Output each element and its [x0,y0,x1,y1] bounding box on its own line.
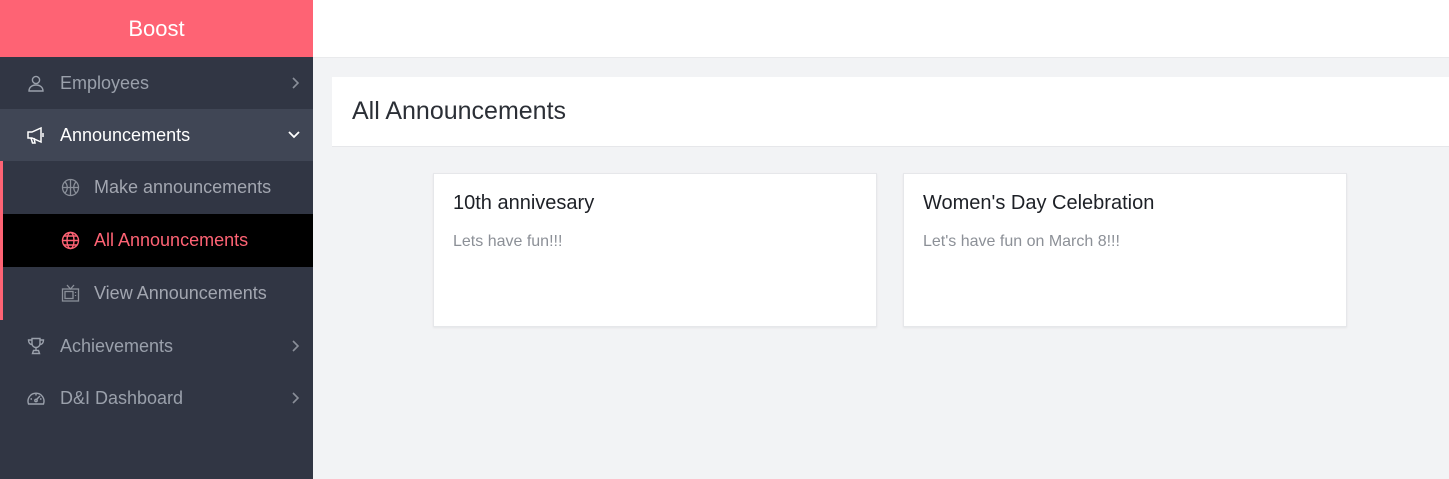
sidebar-item-achievements[interactable]: Achievements [0,320,313,372]
page-title: All Announcements [352,97,567,125]
announcement-body: Let's have fun on March 8!!! [923,233,1120,250]
sidebar-item-label: Achievements [60,335,174,356]
sidebar-subitem-all-announcements[interactable]: All Announcements [3,214,313,267]
main-content: All Announcements 10th annivesary Lets h… [332,77,1449,479]
announcement-card[interactable]: Women's Day Celebration Let's have fun o… [903,173,1347,327]
chevron-down-icon [288,131,300,139]
speedometer-icon [26,388,46,408]
announcements-submenu: Make announcements All Announcements Vie… [0,161,313,320]
globe-icon [60,231,80,251]
announcement-card[interactable]: 10th annivesary Lets have fun!!! [433,173,877,327]
sidebar-subitem-make-announcements[interactable]: Make announcements [3,161,313,214]
sidebar-subitem-view-announcements[interactable]: View Announcements [3,267,313,320]
sidebar-item-label: Employees [60,72,150,93]
sidebar-subitem-label: Make announcements [94,177,272,197]
sidebar-subitem-label: View Announcements [94,283,267,303]
megaphone-icon [26,125,46,145]
top-bar [313,0,1449,58]
chevron-right-icon [292,392,300,404]
announcement-body: Lets have fun!!! [453,233,563,250]
announcement-title: 10th annivesary [453,192,595,214]
brand-label: Boost [128,15,185,41]
announcement-title: Women's Day Celebration [923,192,1155,214]
tv-icon [60,284,80,304]
trophy-icon [26,336,46,356]
chevron-right-icon [292,77,300,89]
sidebar: Boost Employees Announcements Make annou… [0,0,313,479]
sidebar-item-employees[interactable]: Employees [0,57,313,109]
sidebar-subitem-label: All Announcements [94,230,249,250]
basketball-icon [60,178,80,198]
user-icon [26,73,46,93]
sidebar-item-di-dashboard[interactable]: D&I Dashboard [0,372,313,424]
sidebar-item-label: D&I Dashboard [60,387,184,408]
chevron-right-icon [292,340,300,352]
brand-logo[interactable]: Boost [0,0,313,57]
page-header: All Announcements [332,77,1449,147]
sidebar-item-announcements[interactable]: Announcements [0,109,313,161]
sidebar-item-label: Announcements [60,124,191,145]
